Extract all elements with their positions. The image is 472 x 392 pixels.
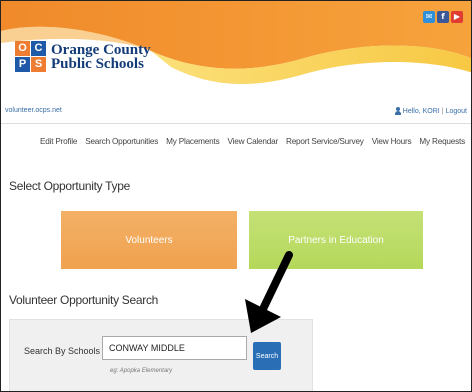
search-button[interactable]: Search (253, 342, 281, 370)
nav-search-opportunities[interactable]: Search Opportunities (85, 137, 158, 146)
nav-view-hours[interactable]: View Hours (372, 137, 412, 146)
opportunity-type-title: Select Opportunity Type (9, 179, 130, 193)
logo-text: Orange County Public Schools (51, 41, 151, 72)
user-greeting: Hello, KORI | Logout (394, 107, 467, 115)
nav-my-requests[interactable]: My Requests (419, 137, 465, 146)
page-frame: ✉ f ▶ O C P S Orange County Public Schoo… (0, 0, 472, 392)
main-nav: Edit Profile Search Opportunities My Pla… (40, 137, 465, 146)
logo-letter: C (31, 41, 46, 56)
facebook-icon[interactable]: f (437, 11, 449, 23)
nav-edit-profile[interactable]: Edit Profile (40, 137, 77, 146)
youtube-icon[interactable]: ▶ (451, 11, 463, 23)
logo-line1: Orange County (51, 41, 151, 58)
annotation-arrow-icon (245, 251, 293, 333)
logout-link[interactable]: Logout (446, 108, 467, 115)
ocps-logo[interactable]: O C P S Orange County Public Schools (15, 41, 151, 72)
logo-letter: O (15, 41, 30, 56)
greeting-text[interactable]: Hello, KORI (403, 108, 440, 115)
site-url[interactable]: volunteer.ocps.net (5, 107, 62, 114)
nav-report-service[interactable]: Report Service/Survey (286, 137, 364, 146)
user-icon (394, 107, 401, 115)
divider (1, 123, 471, 124)
logo-letter: P (15, 57, 30, 72)
search-section-title: Volunteer Opportunity Search (9, 293, 159, 307)
social-links: ✉ f ▶ (423, 11, 463, 23)
search-hint: eg: Apopka Elementary (110, 368, 173, 374)
separator: | (441, 107, 444, 115)
logo-line2: Public Schools (51, 55, 144, 72)
school-search-input[interactable] (102, 336, 247, 360)
nav-view-calendar[interactable]: View Calendar (227, 137, 278, 146)
logo-letter: S (31, 57, 46, 72)
site-bar: volunteer.ocps.net Hello, KORI | Logout (5, 107, 467, 121)
volunteers-tile[interactable]: Volunteers (61, 211, 237, 269)
mail-icon[interactable]: ✉ (423, 11, 435, 23)
logo-mark: O C P S (15, 41, 46, 72)
nav-my-placements[interactable]: My Placements (166, 137, 220, 146)
search-label: Search By Schools (24, 346, 101, 356)
